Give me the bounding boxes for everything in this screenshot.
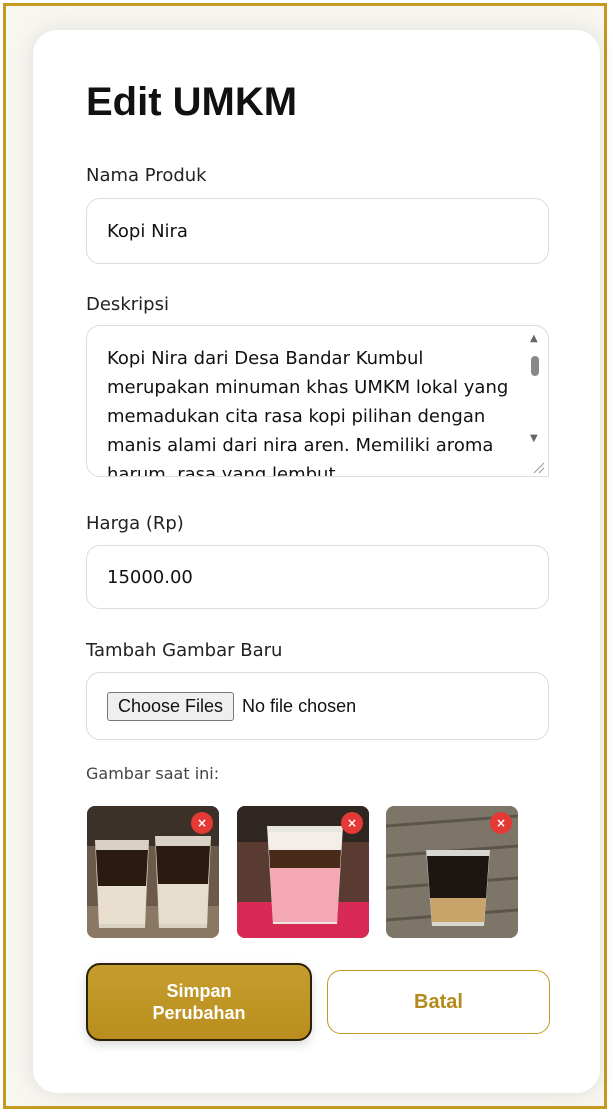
save-button-label: Simpan Perubahan	[152, 981, 246, 1023]
nama-produk-value: Kopi Nira	[107, 220, 188, 242]
deskripsi-textarea[interactable]: Kopi Nira dari Desa Bandar Kumbul merupa…	[86, 325, 549, 477]
save-button[interactable]: Simpan Perubahan	[86, 963, 312, 1041]
nama-produk-input[interactable]: Kopi Nira	[86, 198, 549, 264]
textarea-scrollbar[interactable]: ▲ ▼	[528, 334, 542, 464]
file-input[interactable]: Choose Files No file chosen	[86, 672, 549, 740]
harga-label: Harga (Rp)	[86, 513, 184, 534]
delete-image-3-button[interactable]: ×	[490, 812, 512, 834]
current-image-3: ×	[386, 806, 518, 938]
scroll-thumb[interactable]	[531, 356, 539, 376]
file-status-text: No file chosen	[242, 695, 357, 716]
nama-produk-label: Nama Produk	[86, 165, 207, 186]
deskripsi-label: Deskripsi	[86, 294, 169, 315]
cancel-button[interactable]: Batal	[327, 970, 550, 1034]
scroll-down-icon[interactable]: ▼	[530, 434, 538, 444]
gambar-baru-label: Tambah Gambar Baru	[86, 640, 283, 661]
current-images-label: Gambar saat ini:	[86, 764, 220, 783]
delete-image-1-button[interactable]: ×	[191, 812, 213, 834]
resize-grip-icon[interactable]	[531, 460, 545, 474]
delete-image-2-button[interactable]: ×	[341, 812, 363, 834]
harga-input[interactable]: 15000.00	[86, 545, 549, 609]
page-title: Edit UMKM	[86, 80, 298, 124]
current-image-1: ×	[87, 806, 219, 938]
choose-files-button[interactable]: Choose Files	[107, 691, 235, 721]
scroll-up-icon[interactable]: ▲	[530, 334, 538, 344]
current-image-2: ×	[237, 806, 369, 938]
harga-value: 15000.00	[107, 566, 193, 588]
deskripsi-value: Kopi Nira dari Desa Bandar Kumbul merupa…	[107, 348, 509, 477]
cancel-button-label: Batal	[414, 990, 463, 1013]
